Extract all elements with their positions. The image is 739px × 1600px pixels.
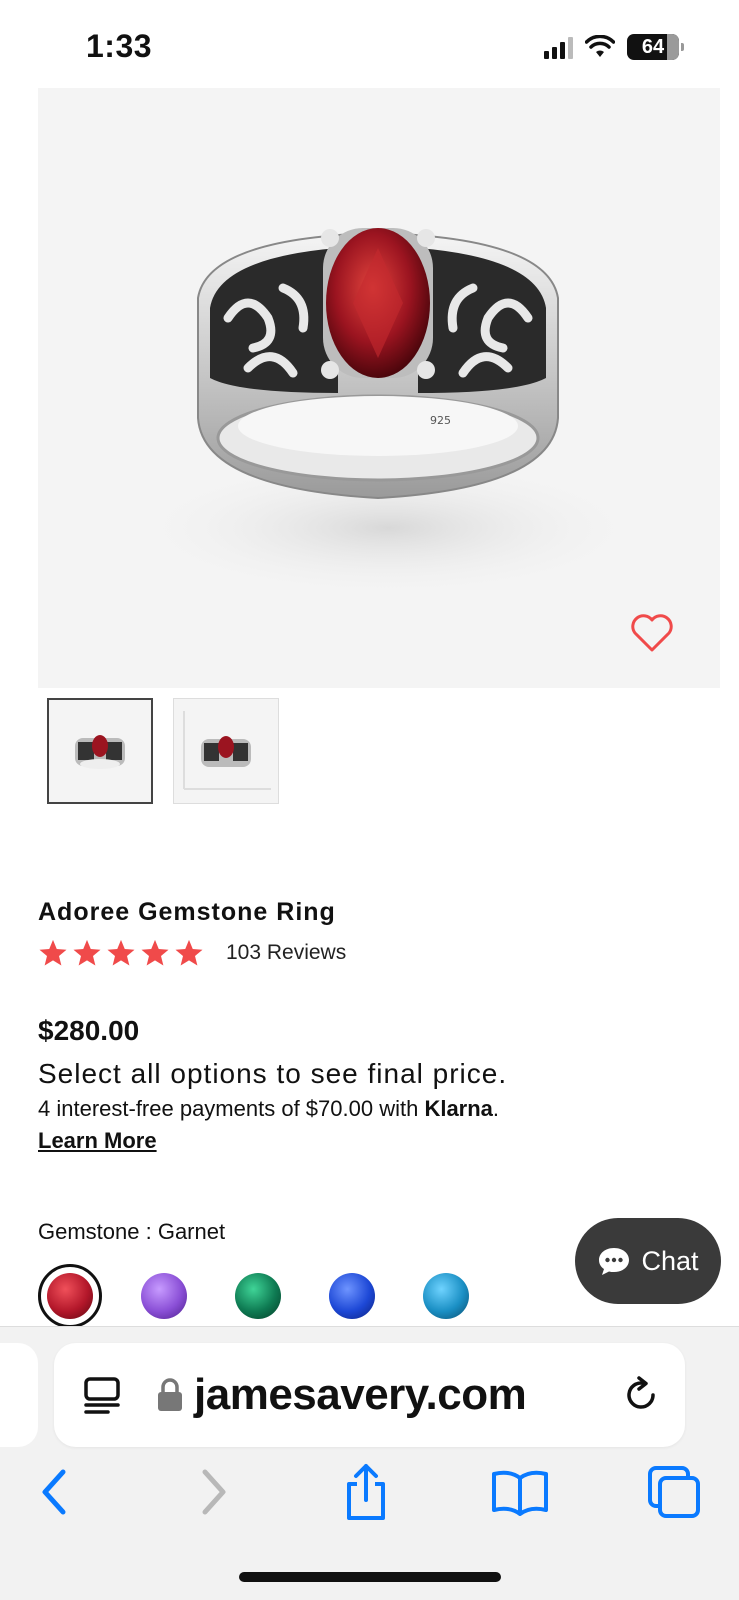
forward-button[interactable] — [184, 1464, 244, 1520]
favorite-button[interactable] — [630, 614, 674, 654]
gemstone-options — [38, 1264, 478, 1328]
gemstone-label: Gemstone : Garnet — [38, 1219, 226, 1244]
klarna-message: 4 interest-free payments of $70.00 with … — [38, 1096, 499, 1122]
previous-tab-preview[interactable] — [0, 1343, 38, 1447]
gemstone-swatch — [141, 1273, 187, 1319]
browser-toolbar — [0, 1436, 739, 1546]
url-text: jamesavery.com — [194, 1370, 527, 1419]
product-image[interactable]: 925 — [38, 88, 720, 688]
reader-icon[interactable] — [82, 1375, 122, 1415]
gemstone-option-blue-topaz[interactable] — [414, 1264, 478, 1328]
star-icon — [73, 939, 101, 966]
battery-level: 64 — [641, 35, 665, 58]
status-icons: 64 — [544, 34, 684, 60]
gemstone-option-amethyst[interactable] — [132, 1264, 196, 1328]
cellular-signal-icon — [544, 35, 573, 59]
ring-size-thumbnail-image — [183, 711, 271, 790]
product-title: Adoree Gemstone Ring — [38, 898, 336, 926]
lock-icon — [158, 1378, 182, 1411]
thumbnail-1[interactable] — [47, 698, 153, 804]
star-icon — [107, 939, 135, 966]
star-rating — [38, 938, 204, 968]
tabs-icon — [648, 1466, 700, 1518]
product-price: $280.00 — [38, 1015, 140, 1046]
star-icon — [141, 939, 169, 966]
ring-thumbnail-image — [75, 735, 125, 769]
back-icon — [42, 1469, 66, 1515]
star-icon — [175, 939, 203, 966]
chat-label: Chat — [641, 1245, 699, 1276]
heart-icon — [631, 614, 673, 652]
back-button[interactable] — [24, 1464, 84, 1520]
chat-button[interactable]: Chat — [575, 1218, 721, 1304]
share-icon — [347, 1464, 385, 1520]
bookmarks-button[interactable] — [490, 1464, 550, 1520]
klarna-text: 4 interest-free payments of $70.00 with — [38, 1096, 425, 1121]
tabs-button[interactable] — [644, 1464, 704, 1520]
gemstone-swatch — [329, 1273, 375, 1319]
gemstone-swatch — [47, 1273, 93, 1319]
forward-icon — [202, 1469, 226, 1515]
bookmarks-icon — [492, 1470, 548, 1516]
ring-image: 925 — [128, 228, 648, 598]
gemstone-option-sapphire[interactable] — [320, 1264, 384, 1328]
thumbnail-strip — [47, 698, 279, 804]
star-icon — [39, 939, 67, 966]
thumbnail-2[interactable] — [173, 698, 279, 804]
product-rating[interactable]: 103 Reviews — [38, 938, 346, 968]
home-indicator[interactable] — [239, 1572, 501, 1582]
status-bar: 1:33 64 — [0, 0, 739, 88]
battery-icon: 64 — [627, 34, 684, 60]
wifi-icon — [585, 35, 615, 57]
chat-bubble-icon — [599, 1248, 630, 1275]
select-options-message: Select all options to see final price. — [38, 1058, 508, 1089]
gemstone-swatch — [235, 1273, 281, 1319]
gemstone-option-emerald[interactable] — [226, 1264, 290, 1328]
status-time: 1:33 — [86, 28, 153, 64]
gemstone-swatch — [423, 1273, 469, 1319]
klarna-suffix: . — [492, 1096, 500, 1121]
share-button[interactable] — [336, 1464, 396, 1520]
learn-more-link[interactable]: Learn More — [38, 1128, 157, 1154]
reviews-count[interactable]: 103 Reviews — [226, 941, 346, 965]
svg-text:925: 925 — [430, 414, 451, 427]
address-bar[interactable]: jamesavery.com — [54, 1343, 685, 1447]
reload-icon[interactable] — [621, 1375, 661, 1415]
klarna-brand: Klarna — [424, 1096, 493, 1121]
gemstone-option-garnet[interactable] — [38, 1264, 102, 1328]
